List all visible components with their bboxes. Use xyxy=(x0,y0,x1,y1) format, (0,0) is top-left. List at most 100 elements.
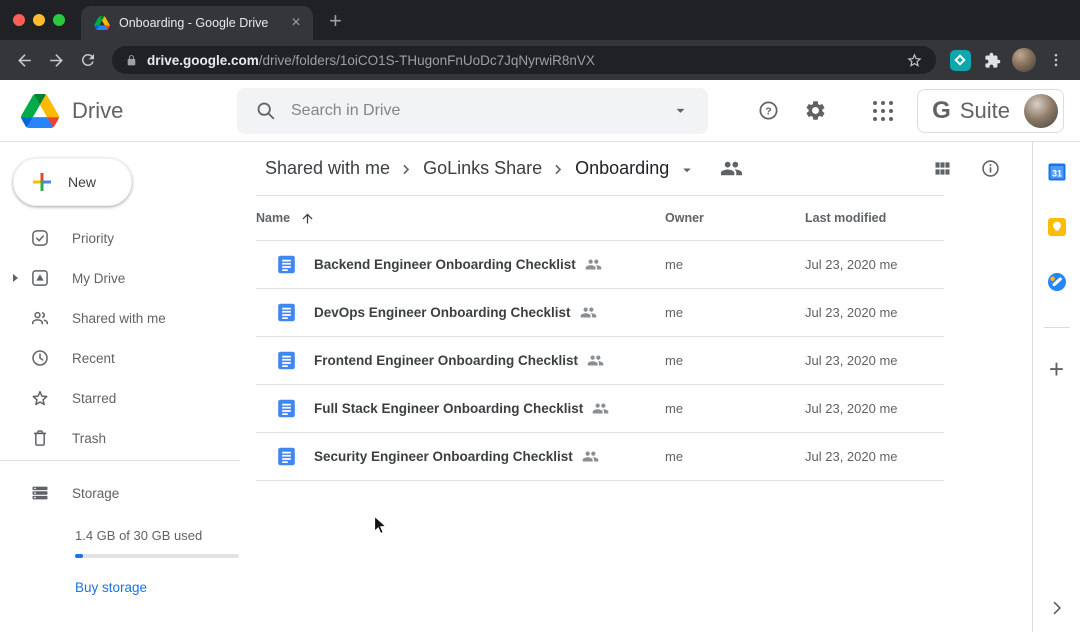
minimize-window-button[interactable] xyxy=(33,14,45,26)
browser-toolbar: drive.google.com/drive/folders/1oiCO1S-T… xyxy=(0,40,1080,80)
close-window-button[interactable] xyxy=(13,14,25,26)
add-side-panel-app-button[interactable]: + xyxy=(1049,356,1064,382)
tab-close-icon[interactable]: × xyxy=(287,14,305,32)
storage-progress-bar xyxy=(75,554,239,558)
drive-logo[interactable]: Drive xyxy=(0,94,237,128)
shared-people-icon xyxy=(592,400,609,417)
tab-title: Onboarding - Google Drive xyxy=(119,16,278,30)
file-row[interactable]: DevOps Engineer Onboarding Checklist me … xyxy=(240,289,1032,336)
file-owner: me xyxy=(665,305,805,320)
window-controls xyxy=(0,0,81,40)
shared-people-icon xyxy=(585,256,602,273)
sidebar-item-priority[interactable]: Priority xyxy=(0,218,240,258)
gsuite-label: Suite xyxy=(960,98,1010,124)
grid-view-icon[interactable] xyxy=(932,158,953,179)
file-row-frontend-engineer-onboarding-checklist: Frontend Engineer Onboarding Checklist m… xyxy=(240,337,1032,385)
file-row[interactable]: Frontend Engineer Onboarding Checklist m… xyxy=(240,337,1032,384)
sidebar-item-label: Starred xyxy=(72,391,116,406)
sidebar-item-icon xyxy=(30,308,50,328)
file-list-header: Name Owner Last modified xyxy=(240,196,1032,240)
storage-section: Storage 1.4 GB of 30 GB used Buy storage xyxy=(0,461,240,595)
breadcrumb-shared-with-me[interactable]: Shared with me xyxy=(265,158,390,179)
shared-people-icon xyxy=(580,304,597,321)
sidebar-item-shared-with-me[interactable]: Shared with me xyxy=(0,298,240,338)
search-input[interactable]: Search in Drive xyxy=(237,88,708,134)
search-icon[interactable] xyxy=(255,100,276,121)
bookmark-star-icon[interactable] xyxy=(906,52,923,69)
file-modified: Jul 23, 2020 me xyxy=(805,401,1032,416)
lock-icon xyxy=(125,54,138,67)
file-modified: Jul 23, 2020 me xyxy=(805,449,1032,464)
reload-button[interactable] xyxy=(72,44,104,76)
google-docs-icon xyxy=(276,350,297,371)
maximize-window-button[interactable] xyxy=(53,14,65,26)
breadcrumb-current-folder[interactable]: Onboarding xyxy=(575,158,669,179)
file-modified: Jul 23, 2020 me xyxy=(805,305,1032,320)
file-row[interactable]: Security Engineer Onboarding Checklist m… xyxy=(240,433,1032,480)
url-domain: drive.google.com xyxy=(147,53,259,68)
buy-storage-link[interactable]: Buy storage xyxy=(75,580,240,595)
sidebar-item-trash[interactable]: Trash xyxy=(0,418,240,458)
google-apps-grid-icon[interactable] xyxy=(873,101,893,121)
file-name: Security Engineer Onboarding Checklist xyxy=(314,449,573,464)
google-docs-icon xyxy=(276,446,297,467)
file-row[interactable]: Backend Engineer Onboarding Checklist me… xyxy=(240,241,1032,288)
gsuite-badge: G Suite xyxy=(917,89,1064,133)
collapse-panel-chevron-icon[interactable] xyxy=(1047,598,1067,618)
drive-favicon xyxy=(94,16,110,30)
sidebar-item-my-drive[interactable]: My Drive xyxy=(0,258,240,298)
sidebar-item-icon xyxy=(30,388,50,408)
file-row[interactable]: Full Stack Engineer Onboarding Checklist… xyxy=(240,385,1032,432)
settings-gear-icon[interactable] xyxy=(804,99,827,122)
sidebar: New Priority My Drive Shared with me xyxy=(0,142,240,632)
file-row-backend-engineer-onboarding-checklist: Backend Engineer Onboarding Checklist me… xyxy=(240,241,1032,289)
golinks-extension-icon[interactable] xyxy=(944,44,976,76)
browser-profile-avatar[interactable] xyxy=(1008,44,1040,76)
sidebar-item-icon xyxy=(30,428,50,448)
new-tab-button[interactable]: + xyxy=(329,10,342,32)
google-docs-icon xyxy=(276,302,297,323)
sidebar-item-storage[interactable]: Storage xyxy=(0,473,240,513)
drive-logo-icon xyxy=(21,94,59,128)
browser-tab[interactable]: Onboarding - Google Drive × xyxy=(81,6,313,40)
sidebar-item-icon xyxy=(30,268,50,288)
google-keep-icon[interactable] xyxy=(1047,217,1067,237)
sidebar-item-label: Shared with me xyxy=(72,311,166,326)
sidebar-item-starred[interactable]: Starred xyxy=(0,378,240,418)
browser-menu-kebab-icon[interactable] xyxy=(1040,44,1072,76)
google-calendar-icon[interactable] xyxy=(1047,162,1067,182)
back-button[interactable] xyxy=(8,44,40,76)
column-header-name[interactable]: Name xyxy=(256,211,665,226)
divider xyxy=(256,480,944,481)
info-icon[interactable] xyxy=(980,158,1001,179)
sidebar-item-label: Trash xyxy=(72,431,106,446)
file-modified: Jul 23, 2020 me xyxy=(805,257,1032,272)
forward-button[interactable] xyxy=(40,44,72,76)
app-name: Drive xyxy=(72,98,123,124)
expand-arrow[interactable] xyxy=(13,274,18,282)
google-docs-icon xyxy=(276,254,297,275)
account-avatar[interactable] xyxy=(1024,94,1058,128)
sidebar-item-recent[interactable]: Recent xyxy=(0,338,240,378)
storage-label: Storage xyxy=(72,486,119,501)
search-options-caret-icon[interactable] xyxy=(671,101,690,120)
sort-ascending-icon[interactable] xyxy=(300,211,315,226)
google-tasks-icon[interactable] xyxy=(1047,272,1067,292)
gsuite-g-logo: G xyxy=(932,97,951,125)
extensions-puzzle-icon[interactable] xyxy=(976,44,1008,76)
sidebar-item-label: Recent xyxy=(72,351,115,366)
help-icon[interactable] xyxy=(757,99,780,122)
drive-header: Drive Search in Drive G Suite xyxy=(0,80,1080,142)
folder-menu-caret-icon[interactable] xyxy=(678,161,696,179)
column-header-owner: Owner xyxy=(665,211,805,225)
file-owner: me xyxy=(665,257,805,272)
shared-people-icon xyxy=(587,352,604,369)
file-name: DevOps Engineer Onboarding Checklist xyxy=(314,305,571,320)
file-row-devops-engineer-onboarding-checklist: DevOps Engineer Onboarding Checklist me … xyxy=(240,289,1032,337)
breadcrumb-golinks-share[interactable]: GoLinks Share xyxy=(423,158,542,179)
new-button[interactable]: New xyxy=(13,158,132,206)
search-placeholder: Search in Drive xyxy=(291,102,656,120)
file-name: Frontend Engineer Onboarding Checklist xyxy=(314,353,578,368)
file-list-panel: Shared with me GoLinks Share Onboarding … xyxy=(240,142,1032,632)
address-bar[interactable]: drive.google.com/drive/folders/1oiCO1S-T… xyxy=(112,46,936,74)
